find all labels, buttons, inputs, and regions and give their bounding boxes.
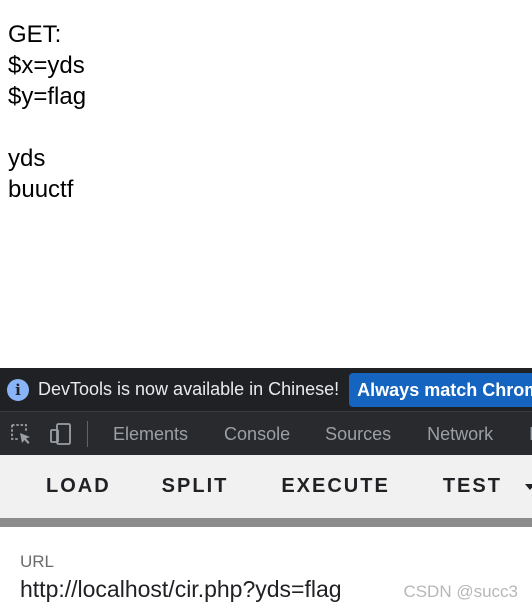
- output-line-buuctf: buuctf: [8, 176, 74, 203]
- always-match-language-button[interactable]: Always match Chrome's: [349, 372, 532, 407]
- devtools-language-banner: i DevTools is now available in Chinese! …: [0, 368, 532, 411]
- execute-button[interactable]: EXECUTE: [281, 475, 389, 498]
- test-button[interactable]: TEST: [443, 475, 502, 498]
- hackbar-toolbar: LOAD SPLIT EXECUTE TEST: [0, 455, 532, 518]
- load-button[interactable]: LOAD: [46, 475, 111, 498]
- tab-console[interactable]: Console: [224, 424, 290, 445]
- banner-message: DevTools is now available in Chinese!: [38, 379, 340, 399]
- url-input[interactable]: http://localhost/cir.php?yds=flag: [20, 576, 342, 603]
- inspect-element-icon[interactable]: [9, 422, 33, 446]
- output-line-get: GET:: [8, 21, 62, 48]
- toolbar-separator: [0, 518, 532, 527]
- tab-sources[interactable]: Sources: [325, 424, 391, 445]
- url-label: URL: [20, 552, 55, 571]
- output-line-y: $y=flag: [8, 83, 87, 110]
- devtools-tab-bar: Elements Console Sources Network P: [0, 411, 532, 456]
- split-button[interactable]: SPLIT: [162, 475, 229, 498]
- output-line-blank: [8, 112, 508, 143]
- tab-network[interactable]: Network: [427, 424, 493, 445]
- page-output: GET: $x=yds $y=flag yds buuctf: [8, 19, 508, 205]
- device-toggle-icon[interactable]: [49, 422, 73, 446]
- tab-elements[interactable]: Elements: [113, 424, 188, 445]
- output-line-x: $x=yds: [8, 52, 85, 79]
- watermark: CSDN @succ3: [403, 582, 518, 601]
- output-line-yds: yds: [8, 145, 46, 172]
- chevron-down-icon[interactable]: [524, 483, 532, 490]
- info-icon: i: [7, 378, 29, 401]
- url-field[interactable]: URL http://localhost/cir.php?yds=flag CS…: [0, 527, 532, 609]
- toolbar-divider: [87, 421, 88, 447]
